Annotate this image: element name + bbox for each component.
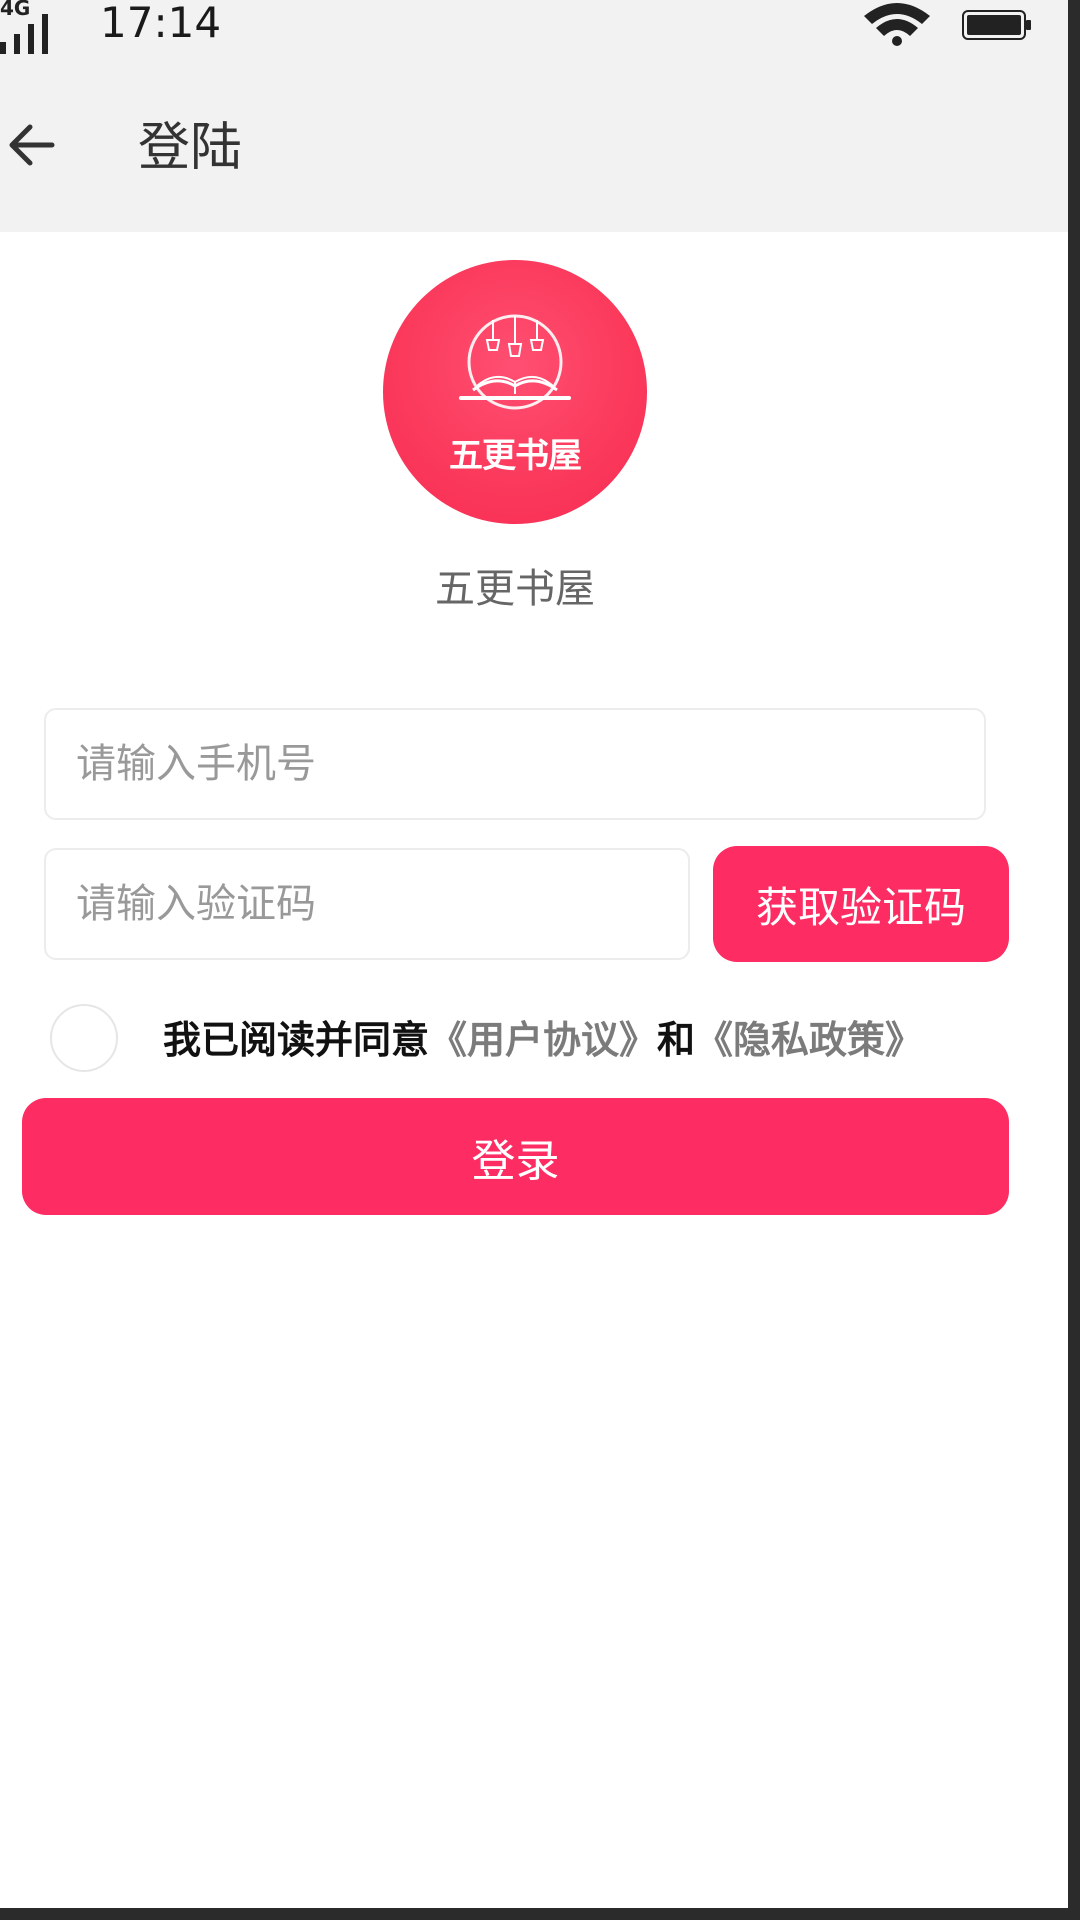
user-agreement-link[interactable]: 《用户协议》 bbox=[429, 1018, 657, 1062]
lamp-book-icon bbox=[459, 314, 571, 410]
privacy-policy-link[interactable]: 《隐私政策》 bbox=[695, 1018, 923, 1062]
agreement-prefix: 我已阅读并同意 bbox=[163, 1018, 430, 1062]
logo-text: 五更书屋 bbox=[449, 436, 582, 476]
verification-code-input[interactable] bbox=[44, 848, 690, 960]
phone-input[interactable] bbox=[44, 708, 986, 820]
page-title: 登陆 bbox=[138, 118, 243, 178]
app-name: 五更书屋 bbox=[435, 566, 595, 612]
back-arrow-icon[interactable] bbox=[6, 120, 56, 170]
app-screen: 4G 17:14 登陆 五更书屋 五更书屋 请输入手机号 请输入验证码 获取验证… bbox=[0, 0, 1068, 1908]
app-logo: 五更书屋 bbox=[383, 260, 647, 524]
signal-bars bbox=[0, 14, 48, 54]
nav-bar: 登陆 bbox=[0, 60, 1068, 232]
login-button[interactable]: 登录 bbox=[22, 1098, 1009, 1215]
agreement-text: 我已阅读并同意《用户协议》和《隐私政策》 bbox=[163, 1012, 923, 1068]
signal-icon: 4G bbox=[0, 0, 64, 56]
status-bar: 4G 17:14 bbox=[0, 0, 1068, 60]
get-code-button[interactable]: 获取验证码 bbox=[713, 846, 1009, 962]
wifi-icon bbox=[864, 3, 930, 46]
battery-icon bbox=[962, 10, 1031, 40]
agreement-and: 和 bbox=[657, 1018, 696, 1062]
agree-checkbox[interactable] bbox=[50, 1004, 118, 1072]
status-time: 17:14 bbox=[100, 0, 222, 47]
